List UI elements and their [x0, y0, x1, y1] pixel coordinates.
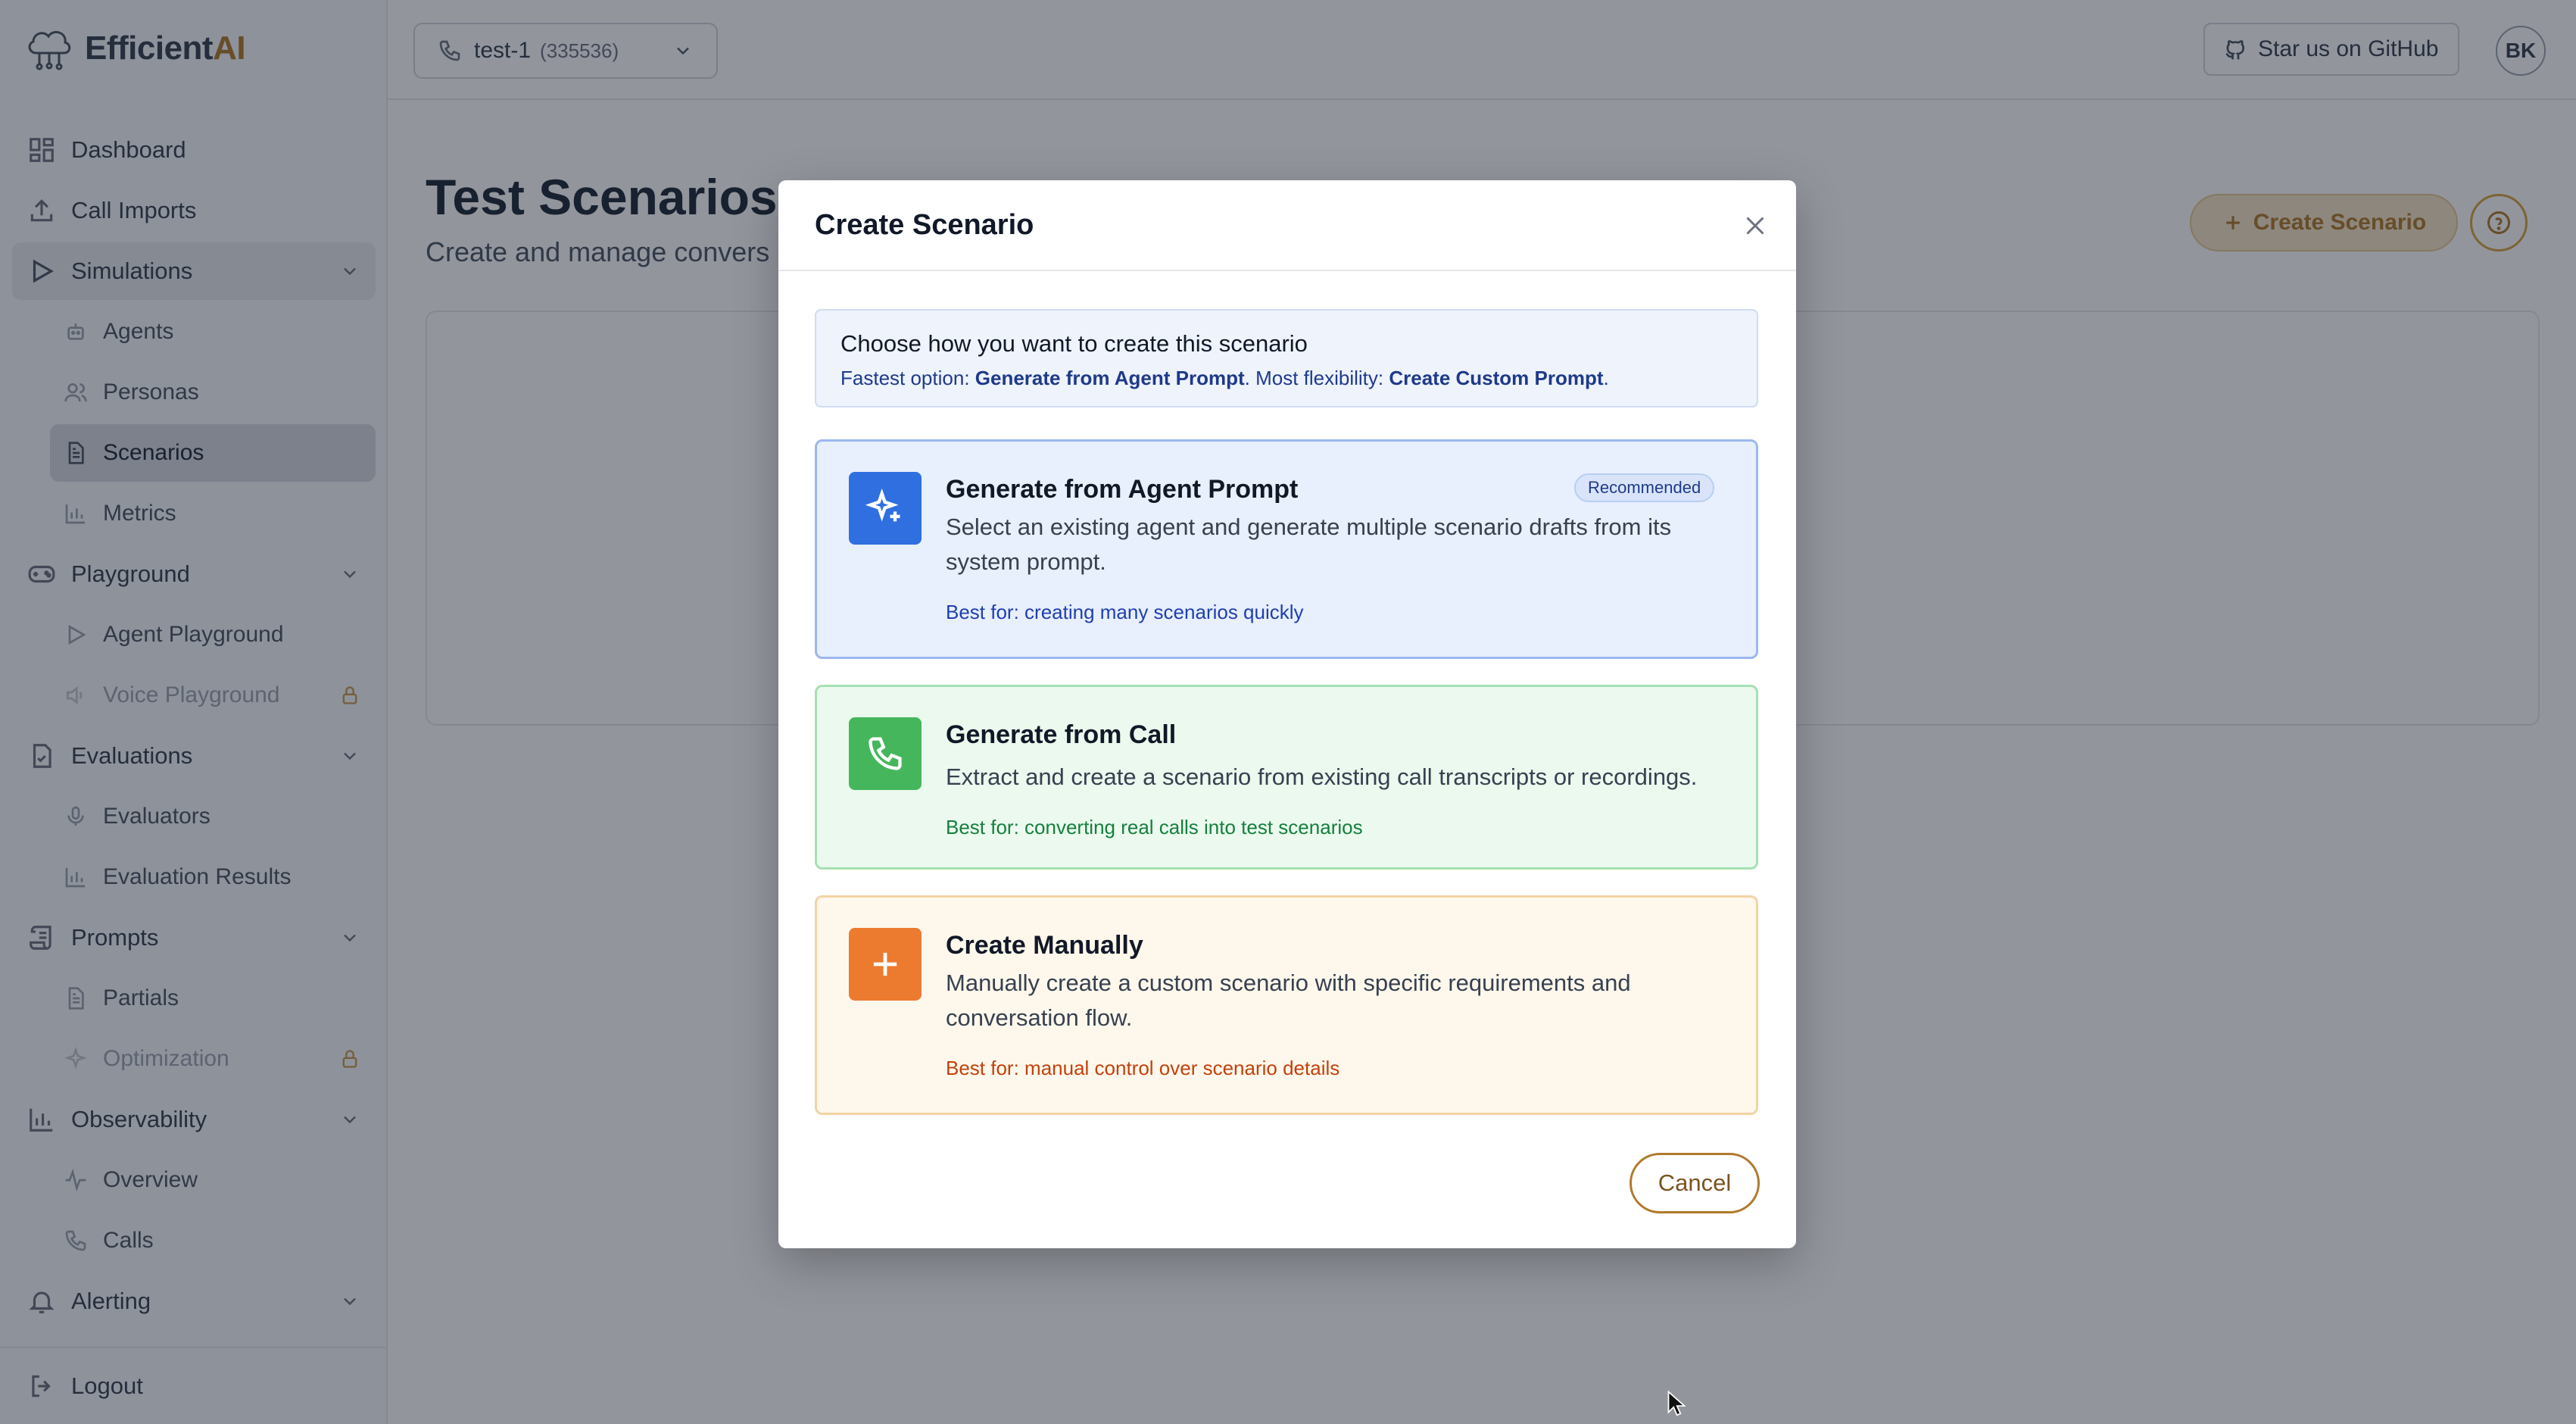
sparkles-icon: [865, 489, 900, 522]
option-title: Generate from Agent Prompt: [946, 475, 1299, 504]
plus-icon: [873, 952, 897, 976]
option-create-manually[interactable]: Create Manually Manually create a custom…: [815, 895, 1758, 1115]
modal-title: Create Scenario: [815, 209, 1034, 241]
modal-header: Create Scenario: [778, 180, 1796, 271]
option-generate-from-agent-prompt[interactable]: Generate from Agent Prompt Recommended S…: [815, 439, 1758, 659]
close-icon: [1746, 217, 1764, 235]
option-title: Create Manually: [946, 931, 1143, 960]
mouse-cursor-icon: [1667, 1391, 1686, 1416]
close-button[interactable]: [1742, 212, 1769, 239]
create-scenario-modal: Create Scenario Choose how you want to c…: [778, 180, 1796, 1248]
option-description: Manually create a custom scenario with s…: [946, 970, 1631, 1031]
option-icon-tile: [849, 717, 922, 790]
option-generate-from-call[interactable]: Generate from Call Extract and create a …: [815, 685, 1758, 870]
option-description: Extract and create a scenario from exist…: [946, 764, 1698, 790]
phone-icon: [869, 737, 902, 770]
info-box: Choose how you want to create this scena…: [815, 309, 1758, 408]
option-icon-tile: [849, 472, 922, 545]
info-title: Choose how you want to create this scena…: [840, 330, 1308, 357]
option-title: Generate from Call: [946, 720, 1177, 749]
option-icon-tile: [849, 928, 922, 1001]
option-best-for: Best for: creating many scenarios quickl…: [946, 601, 1304, 623]
info-subtitle: Fastest option: Generate from Agent Prom…: [840, 367, 1609, 389]
recommended-badge: Recommended: [1574, 473, 1715, 502]
cancel-button[interactable]: Cancel: [1629, 1153, 1760, 1213]
option-best-for: Best for: manual control over scenario d…: [946, 1057, 1340, 1079]
option-description: Select an existing agent and generate mu…: [946, 514, 1672, 575]
option-best-for: Best for: converting real calls into tes…: [946, 816, 1363, 838]
